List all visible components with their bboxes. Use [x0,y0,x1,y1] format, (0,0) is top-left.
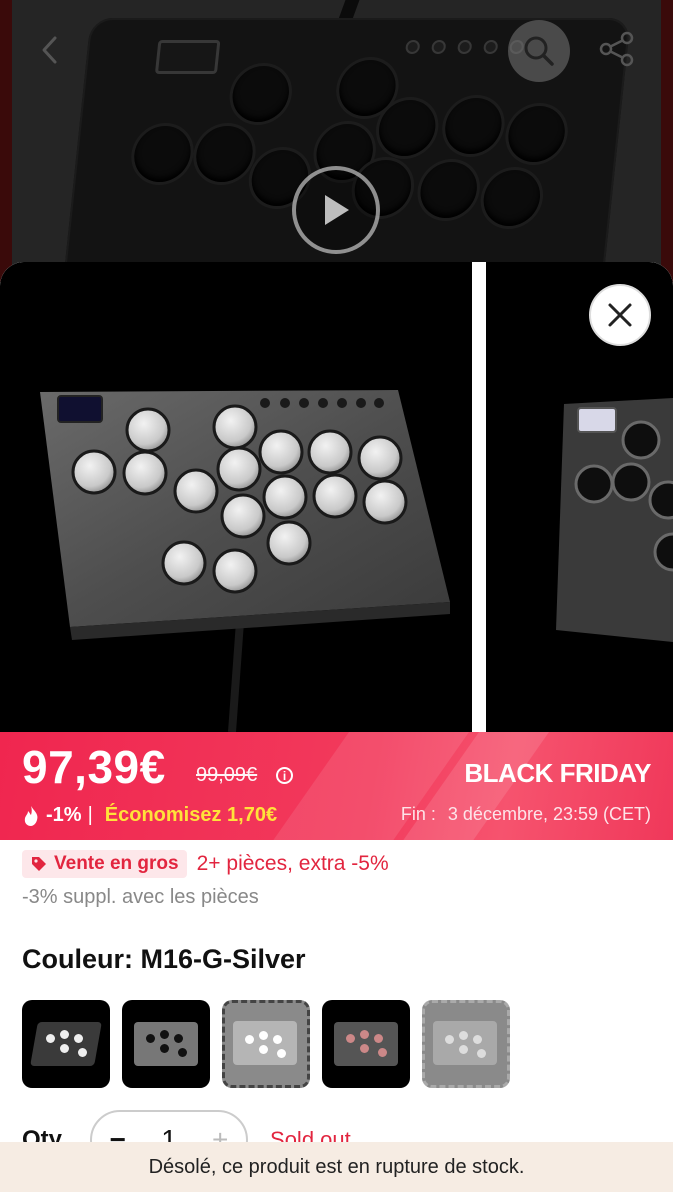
promo-end-label: Fin : [400,804,436,824]
color-swatches [22,1000,522,1088]
swatch-button [146,1034,155,1043]
close-button[interactable] [589,284,651,346]
promo-end: Fin : 3 décembre, 23:59 (CET) [401,804,651,825]
discount-separator: | [87,804,93,826]
swatch-button [174,1034,183,1043]
play-icon [325,195,349,225]
swatch-button [360,1030,369,1039]
back-button[interactable] [28,28,72,72]
color-swatch[interactable] [322,1000,410,1088]
wholesale-extra: -3% suppl. avec les pièces [22,886,259,908]
swatch-button [178,1048,187,1057]
swatch-button [374,1034,383,1043]
swatch-button [378,1048,387,1057]
swatch-button [74,1034,83,1043]
swatch-button [360,1044,369,1053]
swatch-button [445,1035,454,1044]
overlay-dim [0,0,673,300]
toast-message: Désolé, ce produit est en rupture de sto… [148,1155,525,1178]
swatch-button [160,1030,169,1039]
search-icon [524,36,554,66]
color-swatch[interactable] [22,1000,110,1088]
swatch-button [60,1044,69,1053]
swatch-button [259,1045,268,1054]
wholesale-badge: Vente en gros [22,850,187,878]
swatch-button [473,1035,482,1044]
out-of-stock-toast: Désolé, ce produit est en rupture de sto… [0,1142,673,1192]
info-icon[interactable]: i [276,767,293,784]
promo-end-date: 3 décembre, 23:59 (CET) [447,804,651,824]
tag-icon [32,857,46,871]
color-swatch[interactable] [122,1000,210,1088]
wholesale-offer: 2+ pièces, extra -5% [196,852,389,875]
discount-percent: -1% [46,804,82,826]
search-button[interactable] [508,20,570,82]
swatch-button [60,1030,69,1039]
swatch-button [459,1045,468,1054]
wholesale-row[interactable]: Vente en gros 2+ pièces, extra -5% [22,850,389,878]
swatch-button [459,1031,468,1040]
price-banner: 97,39€ 99,09€ i -1% | Économisez 1,70€ B… [0,732,673,840]
savings-text: Économisez 1,70€ [104,804,278,826]
swatch-button [245,1035,254,1044]
color-swatch-selected[interactable] [222,1000,310,1088]
swatch-button [346,1034,355,1043]
wholesale-badge-label: Vente en gros [54,853,179,874]
swatch-button [273,1035,282,1044]
swatch-button [46,1034,55,1043]
swatch-button [78,1048,87,1057]
product-hero-image [0,0,673,300]
close-icon [608,303,632,327]
swatch-pad [233,1021,297,1065]
original-price: 99,09€ [196,764,258,786]
swatch-pad [433,1021,497,1065]
swatch-button [277,1049,286,1058]
sku-selection-sheet: 97,39€ 99,09€ i -1% | Économisez 1,70€ B… [0,262,673,1200]
controller-silver-photo [40,390,450,732]
sku-image-main[interactable] [0,262,472,732]
swatch-button [259,1031,268,1040]
play-video-button[interactable] [292,166,380,254]
chevron-left-icon [42,36,57,64]
current-price: 97,39€ [22,741,166,793]
color-label: Couleur: M16-G-Silver [22,944,306,974]
sku-image-gallery[interactable] [0,262,673,732]
flame-icon [24,805,38,826]
share-icon [599,31,634,67]
color-swatch-unavailable[interactable] [422,1000,510,1088]
promo-title: BLACK FRIDAY [464,758,651,788]
swatch-button [160,1044,169,1053]
discount-row: -1% | Économisez 1,70€ [22,804,277,827]
swatch-button [477,1049,486,1058]
share-button[interactable] [592,24,642,74]
